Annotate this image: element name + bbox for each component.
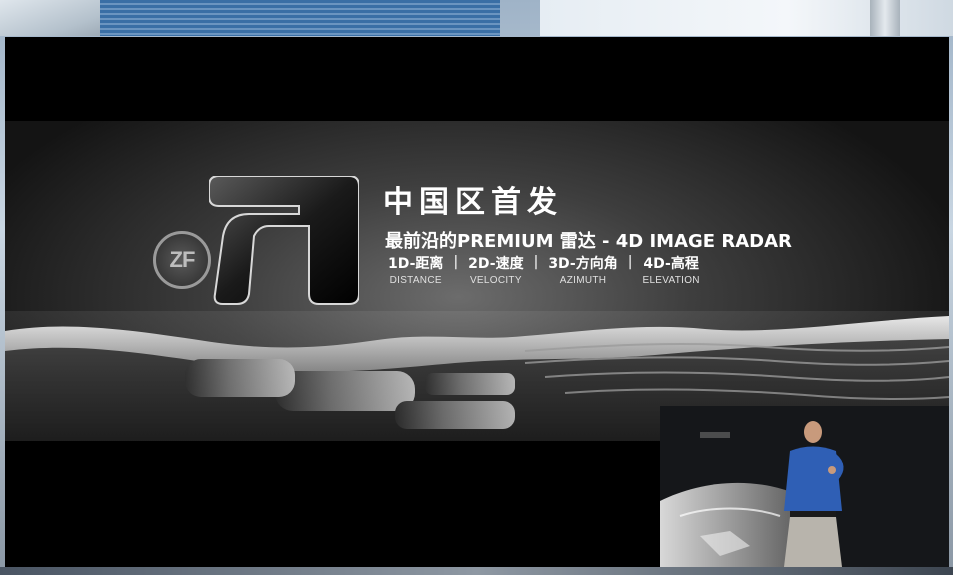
seven-glyph-graphic — [209, 176, 359, 305]
dimension-velocity: 2D-速度 VELOCITY — [468, 253, 523, 286]
dimension-sub: DISTANCE — [389, 275, 442, 286]
dimension-label: 3D-方向角 — [548, 256, 618, 272]
presentation-screen: ZF 中国区首发 最前沿的PREMIUM 雷达 - 4D IMAGE RADAR… — [5, 37, 949, 567]
slide: ZF 中国区首发 最前沿的PREMIUM 雷达 - 4D IMAGE RADAR… — [5, 121, 949, 441]
dimension-sub: VELOCITY — [469, 275, 522, 286]
slide-subtitle: 最前沿的PREMIUM 雷达 - 4D IMAGE RADAR — [385, 231, 792, 252]
background-floor — [0, 567, 953, 575]
zf-logo-text: ZF — [169, 247, 196, 272]
radar-dimensions: 1D-距离 DISTANCE | 2D-速度 VELOCITY | 3D-方向角… — [388, 253, 700, 286]
speaker-camera-feed — [660, 406, 949, 567]
dimension-azimuth: 3D-方向角 AZIMUTH — [548, 253, 617, 286]
slide-title: 中国区首发 — [383, 185, 563, 220]
zf-logo: ZF — [153, 231, 211, 289]
background-pillar — [870, 0, 900, 36]
dimension-separator: | — [627, 254, 633, 270]
dimension-label: 4D-高程 — [643, 256, 699, 272]
dimension-separator: | — [453, 254, 459, 270]
dimension-sub: AZIMUTH — [559, 275, 607, 286]
speaker-scene-graphic — [660, 406, 949, 567]
dimension-label: 2D-速度 — [468, 256, 524, 272]
dimension-label: 1D-距离 — [388, 256, 444, 272]
dimension-sub: ELEVATION — [642, 275, 700, 286]
dimension-elevation: 4D-高程 ELEVATION — [642, 253, 699, 286]
dimension-separator: | — [533, 254, 539, 270]
background-building — [100, 0, 500, 36]
dimension-distance: 1D-距离 DISTANCE — [388, 253, 443, 286]
